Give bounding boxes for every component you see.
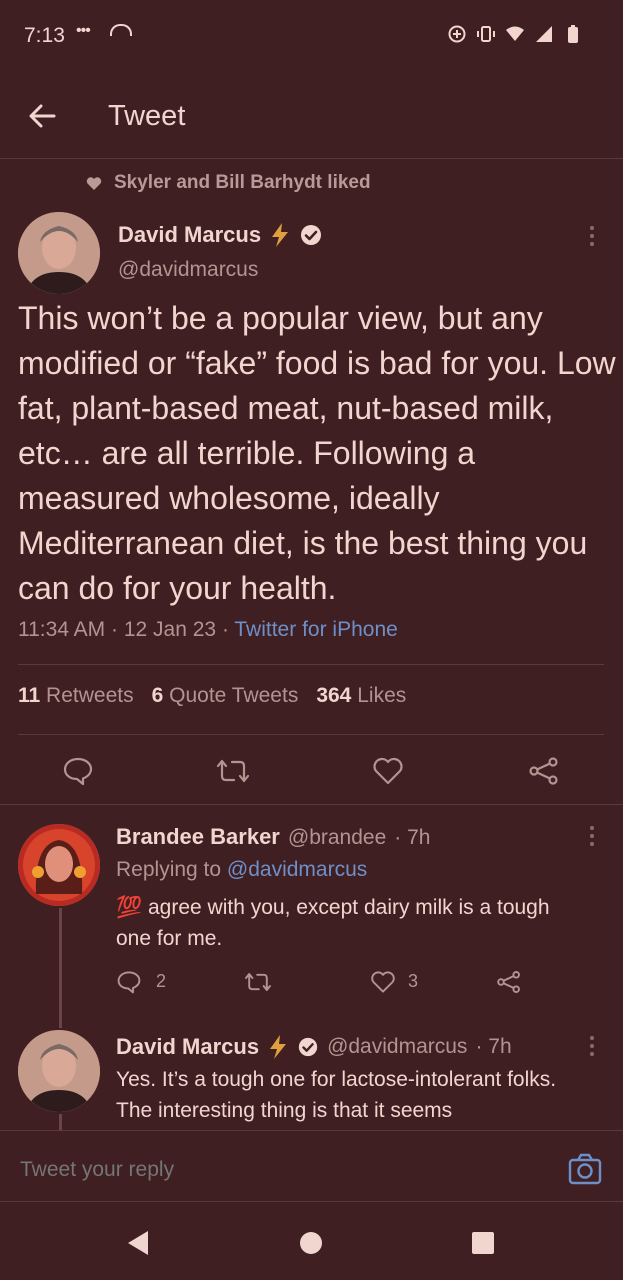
author-name[interactable]: David Marcus (118, 222, 261, 248)
verified-badge-icon (298, 1037, 318, 1057)
thread-line (59, 908, 62, 1028)
nav-home-icon[interactable] (299, 1231, 323, 1255)
reply-count: 2 (156, 971, 167, 991)
lightning-emoji-icon (270, 1035, 287, 1059)
reply-avatar[interactable] (18, 824, 100, 906)
retweet-icon[interactable] (244, 970, 272, 994)
author-line: David Marcus (118, 222, 323, 248)
notification-dots: ••• (76, 22, 91, 39)
reply-actions: 2 3 (116, 968, 536, 998)
status-time: 7:13 (24, 24, 65, 47)
reply-icon[interactable] (116, 970, 142, 994)
reply-age: · 7h (475, 1035, 512, 1058)
reply-author-handle[interactable]: @brandee (288, 826, 386, 850)
tweet-time: 11:34 AM (18, 618, 106, 641)
reply-header: Brandee Barker @brandee · 7h (116, 824, 430, 850)
social-context-label: Skyler and Bill Barhydt liked (114, 172, 371, 193)
reply-age: · 7h (394, 826, 431, 849)
cloud-icon (110, 24, 132, 36)
status-bar: 7:13 ••• (0, 0, 623, 72)
author-photo (18, 212, 100, 294)
top-app-bar: Tweet (0, 72, 623, 159)
engagement-stats: 11 Retweets 6 Quote Tweets 364 Likes (18, 684, 406, 708)
tweet-date: 12 Jan 23 (123, 618, 217, 641)
tweet-meta: 11:34 AM · 12 Jan 23 · Twitter for iPhon… (18, 618, 398, 641)
vibrate-icon (477, 26, 495, 42)
page-title: Tweet (108, 100, 186, 132)
quote-tweets-stat[interactable]: 6 Quote Tweets (152, 684, 299, 708)
tweet-actions (0, 740, 623, 802)
more-options-icon[interactable] (586, 224, 598, 248)
like-icon[interactable] (372, 756, 404, 786)
camera-icon[interactable] (568, 1153, 602, 1185)
reply-author-handle[interactable]: @davidmarcus (327, 1035, 467, 1059)
retweets-stat[interactable]: 11 Retweets (18, 684, 134, 708)
social-context: Skyler and Bill Barhydt liked (86, 172, 371, 194)
more-options-icon[interactable] (586, 824, 598, 848)
status-icons (447, 24, 583, 44)
nav-back-icon[interactable] (126, 1230, 150, 1256)
share-icon[interactable] (496, 970, 522, 994)
more-options-icon[interactable] (586, 1034, 598, 1058)
retweet-icon[interactable] (216, 756, 250, 786)
share-icon[interactable] (528, 756, 560, 786)
system-navigation-bar (0, 1200, 623, 1280)
reply-composer (0, 1130, 623, 1202)
data-saver-icon (448, 25, 466, 43)
reply-text: 💯 agree with you, except dairy milk is a… (116, 896, 550, 950)
avatar[interactable] (18, 212, 100, 294)
reply-avatar[interactable] (18, 1030, 100, 1112)
verified-badge-icon (301, 225, 322, 245)
lightning-emoji-icon (272, 223, 289, 247)
signal-icon (536, 26, 552, 42)
reply-author-photo (18, 1030, 100, 1112)
likes-stat[interactable]: 364 Likes (316, 684, 406, 708)
heart-icon (86, 176, 102, 190)
tweet-source-link[interactable]: Twitter for iPhone (234, 618, 397, 641)
divider (0, 804, 623, 805)
author-handle[interactable]: @davidmarcus (118, 258, 258, 282)
battery-icon (568, 25, 578, 43)
replying-to-link[interactable]: @davidmarcus (227, 858, 367, 881)
wifi-icon (506, 26, 524, 41)
like-count: 3 (408, 971, 419, 991)
reply-icon[interactable] (62, 756, 94, 786)
tweet-text: This won’t be a popular view, but any mo… (18, 300, 616, 606)
reply-author-name[interactable]: David Marcus (116, 1034, 259, 1060)
reply-input[interactable] (18, 1157, 522, 1183)
divider (18, 734, 604, 735)
divider (18, 664, 604, 665)
reply-text: Yes. It’s a tough one for lactose-intole… (116, 1068, 557, 1122)
reply-author-photo (18, 824, 100, 906)
thread-line (59, 1114, 62, 1130)
like-icon[interactable] (370, 970, 396, 994)
reply-header: David Marcus @davidmarcus · 7h (116, 1034, 512, 1060)
replying-to: Replying to @davidmarcus (116, 858, 368, 881)
nav-recents-icon[interactable] (471, 1231, 495, 1255)
hundred-points-emoji: 💯 (116, 896, 143, 919)
reply-author-name[interactable]: Brandee Barker (116, 824, 280, 850)
back-arrow-icon[interactable] (20, 96, 64, 136)
